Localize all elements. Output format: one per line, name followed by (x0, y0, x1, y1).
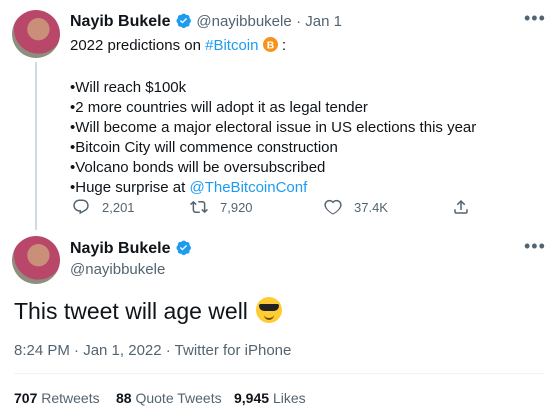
more-icon[interactable]: ••• (524, 8, 546, 29)
author-name[interactable]: Nayib Bukele (70, 13, 170, 30)
thread-line (35, 62, 37, 230)
svg-text:B: B (266, 40, 273, 51)
bullet-item: •2 more countries will adopt it as legal… (70, 99, 368, 116)
reply-count: 2,201 (102, 199, 135, 215)
reply-icon (73, 199, 89, 215)
tweet-timestamp[interactable]: 8:24 PM · Jan 1, 2022 · Twitter for iPho… (14, 342, 291, 359)
tweet-date[interactable]: · Jan 1 (296, 13, 342, 30)
quote-tweets-stat[interactable]: 88 Quote Tweets (116, 390, 222, 406)
tweet1-first-line: 2022 predictions on #Bitcoin B : (70, 37, 286, 54)
tweet2-author-name-row: Nayib Bukele (70, 239, 192, 258)
retweet-count: 7,920 (220, 199, 253, 215)
bitcoin-icon: B (262, 37, 278, 52)
retweet-icon (190, 200, 208, 214)
author-handle[interactable]: @nayibbukele (70, 261, 165, 278)
mention-link[interactable]: @TheBitcoinConf (189, 179, 307, 196)
verified-badge-icon (176, 240, 191, 256)
tweet1-header: Nayib Bukele @nayibbukele · Jan 1 (70, 12, 342, 31)
avatar[interactable] (12, 10, 60, 58)
share-button[interactable] (452, 198, 482, 216)
author-handle[interactable]: @nayibbukele (196, 13, 291, 30)
tweet2-text: This tweet will age well (14, 297, 282, 325)
heart-icon (324, 199, 342, 215)
likes-stat[interactable]: 9,945 Likes (234, 390, 306, 406)
like-button[interactable]: 37.4K (324, 198, 388, 216)
divider (14, 373, 544, 374)
bullet-item: •Volcano bonds will be oversubscribed (70, 159, 326, 176)
retweets-stat[interactable]: 707 Retweets (14, 390, 100, 406)
hashtag-link[interactable]: #Bitcoin (205, 37, 258, 54)
share-icon (454, 199, 468, 214)
bullet-item: •Will become a major electoral issue in … (70, 119, 477, 136)
retweet-button[interactable]: 7,920 (190, 198, 253, 216)
avatar[interactable] (12, 236, 60, 284)
more-icon[interactable]: ••• (524, 236, 546, 257)
tweet1-body: 2022 predictions on #Bitcoin B : •Will r… (70, 36, 540, 198)
author-name[interactable]: Nayib Bukele (70, 240, 170, 257)
bullet-item: •Will reach $100k (70, 79, 187, 96)
reply-button[interactable]: 2,201 (72, 198, 135, 216)
sunglasses-emoji (255, 297, 282, 323)
bullet-item: •Huge surprise at @TheBitcoinConf (70, 179, 308, 196)
like-count: 37.4K (354, 199, 388, 215)
bullet-item: •Bitcoin City will commence construction (70, 139, 338, 156)
verified-badge-icon (176, 13, 191, 29)
